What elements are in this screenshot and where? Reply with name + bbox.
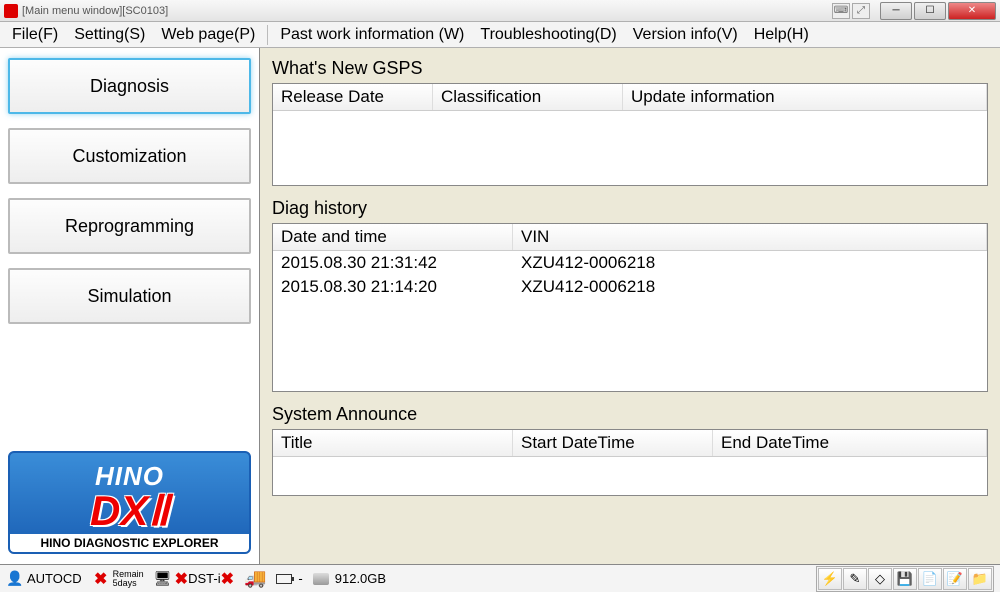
keyboard-icon[interactable]: ⌨ (832, 3, 850, 19)
menu-help[interactable]: Help(H) (746, 26, 817, 44)
remain-text: Remain 5days (113, 570, 144, 588)
cell-vin: XZU412-0006218 (513, 251, 987, 275)
menu-webpage[interactable]: Web page(P) (153, 26, 263, 44)
tool-edit-icon[interactable]: 📝 (943, 568, 967, 590)
menu-past-work[interactable]: Past work information (W) (272, 26, 472, 44)
menu-file[interactable]: File(F) (4, 26, 66, 44)
whats-new-title: What's New GSPS (272, 58, 988, 79)
sidebar: Diagnosis Customization Reprogramming Si… (0, 48, 260, 564)
tool-pencil-icon[interactable]: ✎ (843, 568, 867, 590)
tool-document-icon[interactable]: 📄 (918, 568, 942, 590)
diag-title: Diag history (272, 198, 988, 219)
battery-icon (276, 574, 292, 584)
diagnosis-button[interactable]: Diagnosis (8, 58, 251, 114)
announce-title: System Announce (272, 404, 988, 425)
close-button[interactable]: ✕ (948, 2, 996, 20)
whats-new-body (273, 111, 987, 185)
tool-eraser-icon[interactable]: ◇ (868, 568, 892, 590)
whats-new-panel: What's New GSPS Release Date Classificat… (272, 58, 988, 186)
whats-new-header: Release Date Classification Update infor… (273, 84, 987, 111)
logo-subtitle: HINO DIAGNOSTIC EXPLORER (10, 534, 249, 552)
menubar: File(F) Setting(S) Web page(P) Past work… (0, 22, 1000, 48)
cell-datetime: 2015.08.30 21:31:42 (273, 251, 513, 275)
simulation-button[interactable]: Simulation (8, 268, 251, 324)
cell-datetime: 2015.08.30 21:14:20 (273, 275, 513, 299)
reprogramming-button[interactable]: Reprogramming (8, 198, 251, 254)
announce-table: Title Start DateTime End DateTime (272, 429, 988, 496)
main-panel: What's New GSPS Release Date Classificat… (260, 48, 1000, 564)
window-controls: ─ ☐ ✕ (878, 2, 996, 20)
col-datetime[interactable]: Date and time (273, 224, 513, 250)
menu-setting[interactable]: Setting(S) (66, 26, 153, 44)
tool-lightning-icon[interactable]: ⚡ (818, 568, 842, 590)
toolbar-right: ⚡ ✎ ◇ 💾 📄 📝 📁 (816, 566, 994, 592)
status-remain: ✖ Remain 5days (92, 570, 144, 588)
menu-version[interactable]: Version info(V) (625, 26, 746, 44)
window-special-buttons: ⌨ ⤢ (832, 3, 870, 19)
status-device: 🖥 ✖ DST-i ✖ (154, 569, 234, 589)
diag-history-panel: Diag history Date and time VIN 2015.08.3… (272, 198, 988, 392)
diag-table: Date and time VIN 2015.08.30 21:31:42 XZ… (272, 223, 988, 392)
window-title: [Main menu window][SC0103] (22, 5, 832, 17)
dst-x-icon: ✖ (221, 569, 234, 589)
status-battery: - (276, 571, 302, 586)
device-icon: 🖥 (154, 570, 172, 588)
statusbar: 👤 AUTOCD ✖ Remain 5days 🖥 ✖ DST-i ✖ 🚚 - … (0, 564, 1000, 592)
dst-label: DST-i (188, 571, 221, 586)
app-icon (4, 4, 18, 18)
col-title[interactable]: Title (273, 430, 513, 456)
hino-logo: HINO DXⅡ HINO DIAGNOSTIC EXPLORER (8, 451, 251, 554)
diag-header: Date and time VIN (273, 224, 987, 251)
col-classification[interactable]: Classification (433, 84, 623, 110)
menu-troubleshooting[interactable]: Troubleshooting(D) (472, 26, 624, 44)
truck-icon: 🚚 (244, 568, 266, 589)
status-truck: 🚚 (244, 568, 266, 589)
tool-save-icon[interactable]: 💾 (893, 568, 917, 590)
status-user: 👤 AUTOCD (6, 570, 82, 588)
cell-vin: XZU412-0006218 (513, 275, 987, 299)
disk-label: 912.0GB (335, 571, 386, 586)
col-vin[interactable]: VIN (513, 224, 987, 250)
logo-line2: DXⅡ (16, 492, 243, 530)
whats-new-table: Release Date Classification Update infor… (272, 83, 988, 186)
status-disk: 912.0GB (313, 571, 386, 586)
diag-body: 2015.08.30 21:31:42 XZU412-0006218 2015.… (273, 251, 987, 391)
col-release-date[interactable]: Release Date (273, 84, 433, 110)
content-area: Diagnosis Customization Reprogramming Si… (0, 48, 1000, 564)
titlebar: [Main menu window][SC0103] ⌨ ⤢ ─ ☐ ✕ (0, 0, 1000, 22)
announce-body (273, 457, 987, 495)
device-x-icon: ✖ (175, 569, 188, 589)
maximize-button[interactable]: ☐ (914, 2, 946, 20)
col-update-info[interactable]: Update information (623, 84, 987, 110)
battery-value: - (298, 571, 302, 586)
menu-separator (267, 25, 268, 45)
expand-icon[interactable]: ⤢ (852, 3, 870, 19)
announce-header: Title Start DateTime End DateTime (273, 430, 987, 457)
table-row[interactable]: 2015.08.30 21:14:20 XZU412-0006218 (273, 275, 987, 299)
table-row[interactable]: 2015.08.30 21:31:42 XZU412-0006218 (273, 251, 987, 275)
announce-panel: System Announce Title Start DateTime End… (272, 404, 988, 496)
col-start[interactable]: Start DateTime (513, 430, 713, 456)
remain-x-icon: ✖ (92, 570, 110, 588)
disk-icon (313, 573, 329, 585)
user-icon: 👤 (6, 570, 24, 588)
col-end[interactable]: End DateTime (713, 430, 987, 456)
user-label: AUTOCD (27, 571, 82, 586)
minimize-button[interactable]: ─ (880, 2, 912, 20)
tool-folder-icon[interactable]: 📁 (968, 568, 992, 590)
customization-button[interactable]: Customization (8, 128, 251, 184)
